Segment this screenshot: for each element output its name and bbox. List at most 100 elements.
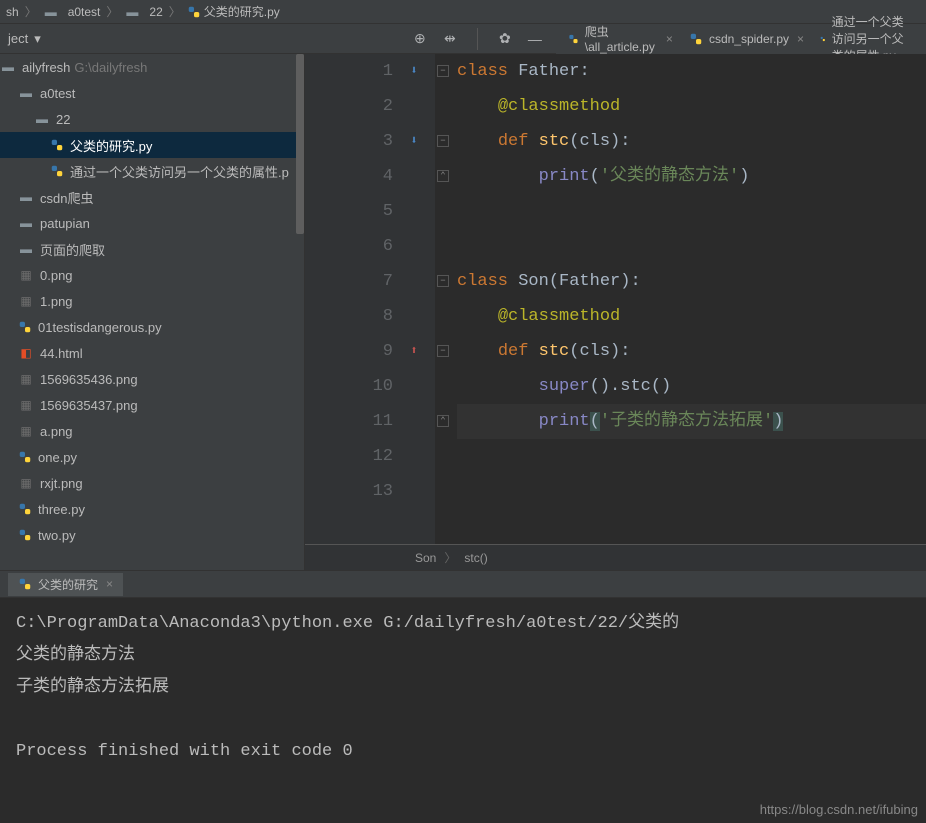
- collapse-icon[interactable]: ⇹: [441, 30, 459, 48]
- folder-icon: ▬: [18, 85, 34, 101]
- python-icon: [820, 32, 826, 46]
- code-line[interactable]: [457, 194, 926, 229]
- breadcrumb-item[interactable]: 父类的研究.py: [185, 3, 282, 20]
- code-content[interactable]: class Father: @classmethod def stc(cls):…: [453, 54, 926, 544]
- folder-icon: ▬: [43, 4, 59, 20]
- tree-item[interactable]: ▦1.png: [0, 288, 304, 314]
- python-icon: [50, 138, 64, 152]
- chevron-right-icon: 〉: [21, 3, 41, 20]
- path-breadcrumb: sh 〉 ▬a0test 〉 ▬22 〉 父类的研究.py: [0, 0, 926, 24]
- tree-item[interactable]: three.py: [0, 496, 304, 522]
- fold-icon[interactable]: ⌃: [437, 170, 449, 182]
- close-icon[interactable]: ×: [797, 32, 804, 46]
- tree-item-label: 父类的研究.py: [70, 136, 152, 155]
- close-icon[interactable]: ×: [666, 32, 673, 46]
- image-icon: ▦: [18, 423, 34, 439]
- tree-item[interactable]: 通过一个父类访问另一个父类的属性.p: [0, 158, 304, 184]
- tree-item[interactable]: one.py: [0, 444, 304, 470]
- project-toolbar: ject ▾ ⊕ ⇹ ✿ — 爬虫\all_article.py × csdn_…: [0, 24, 926, 54]
- editor-tab[interactable]: csdn_spider.py ×: [681, 28, 812, 50]
- code-line[interactable]: super().stc(): [457, 369, 926, 404]
- console-output[interactable]: C:\ProgramData\Anaconda3\python.exe G:/d…: [0, 598, 926, 798]
- tree-item[interactable]: two.py: [0, 522, 304, 548]
- breadcrumb-item[interactable]: ▬a0test: [41, 4, 103, 20]
- image-icon: ▦: [18, 475, 34, 491]
- tree-item-label: 44.html: [40, 346, 83, 361]
- tree-item[interactable]: ▦0.png: [0, 262, 304, 288]
- run-tab[interactable]: 父类的研究 ×: [8, 573, 123, 596]
- override-down-icon[interactable]: ⬇: [405, 132, 423, 150]
- html-icon: ◧: [18, 345, 34, 361]
- gutter-marks: ⬇ ⬇ ⬆: [405, 54, 435, 544]
- tree-item[interactable]: 父类的研究.py: [0, 132, 304, 158]
- fold-icon[interactable]: −: [437, 345, 449, 357]
- override-up-icon[interactable]: ⬆: [405, 342, 423, 360]
- code-line[interactable]: print('子类的静态方法拓展'): [457, 404, 926, 439]
- line-numbers: 12345678910111213: [305, 54, 405, 544]
- tree-item-label: patupian: [40, 216, 90, 231]
- code-line[interactable]: print('父类的静态方法'): [457, 159, 926, 194]
- locate-icon[interactable]: ⊕: [411, 30, 429, 48]
- scrollbar-thumb[interactable]: [296, 54, 304, 234]
- code-line[interactable]: [457, 474, 926, 509]
- code-line[interactable]: class Father:: [457, 54, 926, 89]
- tree-item[interactable]: ▦rxjt.png: [0, 470, 304, 496]
- folder-icon: ▬: [18, 241, 34, 257]
- scrollbar[interactable]: [296, 54, 304, 570]
- hide-icon[interactable]: —: [526, 30, 544, 48]
- gear-icon[interactable]: ✿: [496, 30, 514, 48]
- tree-item[interactable]: ▦1569635437.png: [0, 392, 304, 418]
- folder-icon: ▬: [18, 215, 34, 231]
- chevron-right-icon: 〉: [102, 3, 122, 20]
- tree-item-label: 22: [56, 112, 70, 127]
- image-icon: ▦: [18, 267, 34, 283]
- tree-item[interactable]: ▬ a0test: [0, 80, 304, 106]
- python-icon: [689, 32, 703, 46]
- python-icon: [18, 528, 32, 542]
- tree-item[interactable]: ▦1569635436.png: [0, 366, 304, 392]
- close-icon[interactable]: ×: [106, 577, 113, 591]
- tree-item-label: one.py: [38, 450, 77, 465]
- override-down-icon[interactable]: ⬇: [405, 62, 423, 80]
- tree-root[interactable]: ▬ailyfreshG:\dailyfresh: [0, 54, 304, 80]
- tree-item[interactable]: ▬ patupian: [0, 210, 304, 236]
- fold-icon[interactable]: −: [437, 65, 449, 77]
- image-icon: ▦: [18, 293, 34, 309]
- folder-icon: ▬: [34, 111, 50, 127]
- line-number: 4: [305, 159, 393, 194]
- code-line[interactable]: [457, 439, 926, 474]
- fold-icon[interactable]: −: [437, 275, 449, 287]
- tree-item-label: a0test: [40, 86, 75, 101]
- python-icon: [50, 164, 64, 178]
- fold-icon[interactable]: −: [437, 135, 449, 147]
- structure-breadcrumb[interactable]: Son 〉 stc(): [305, 544, 926, 570]
- line-number: 5: [305, 194, 393, 229]
- code-line[interactable]: @classmethod: [457, 299, 926, 334]
- tree-item[interactable]: ▬ 22: [0, 106, 304, 132]
- code-line[interactable]: def stc(cls):: [457, 334, 926, 369]
- project-dropdown[interactable]: ject ▾: [0, 31, 49, 47]
- tree-item-label: 页面的爬取: [40, 240, 105, 259]
- fold-icon[interactable]: ⌃: [437, 415, 449, 427]
- tree-item[interactable]: ▬csdn爬虫: [0, 184, 304, 210]
- breadcrumb-item[interactable]: ▬22: [122, 4, 164, 20]
- code-line[interactable]: def stc(cls):: [457, 124, 926, 159]
- tree-item[interactable]: 01testisdangerous.py: [0, 314, 304, 340]
- run-tabs: 父类的研究 ×: [0, 570, 926, 598]
- line-number: 13: [305, 474, 393, 509]
- line-number: 11: [305, 404, 393, 439]
- tree-item[interactable]: ▬ 页面的爬取: [0, 236, 304, 262]
- chevron-right-icon: 〉: [165, 3, 185, 20]
- code-line[interactable]: class Son(Father):: [457, 264, 926, 299]
- project-tree: ▬ailyfreshG:\dailyfresh ▬ a0test ▬ 22父类的研究.p…: [0, 54, 305, 570]
- tree-item-label: csdn爬虫: [40, 188, 93, 207]
- code-line[interactable]: @classmethod: [457, 89, 926, 124]
- tree-item[interactable]: ▦a.png: [0, 418, 304, 444]
- tree-item-label: three.py: [38, 502, 85, 517]
- watermark: https://blog.csdn.net/ifubing: [760, 802, 918, 817]
- tree-item[interactable]: ◧ 44.html: [0, 340, 304, 366]
- code-line[interactable]: [457, 229, 926, 264]
- breadcrumb-item[interactable]: sh: [4, 5, 21, 19]
- editor-tab[interactable]: 爬虫\all_article.py ×: [560, 19, 681, 58]
- tree-item-label: 01testisdangerous.py: [38, 320, 162, 335]
